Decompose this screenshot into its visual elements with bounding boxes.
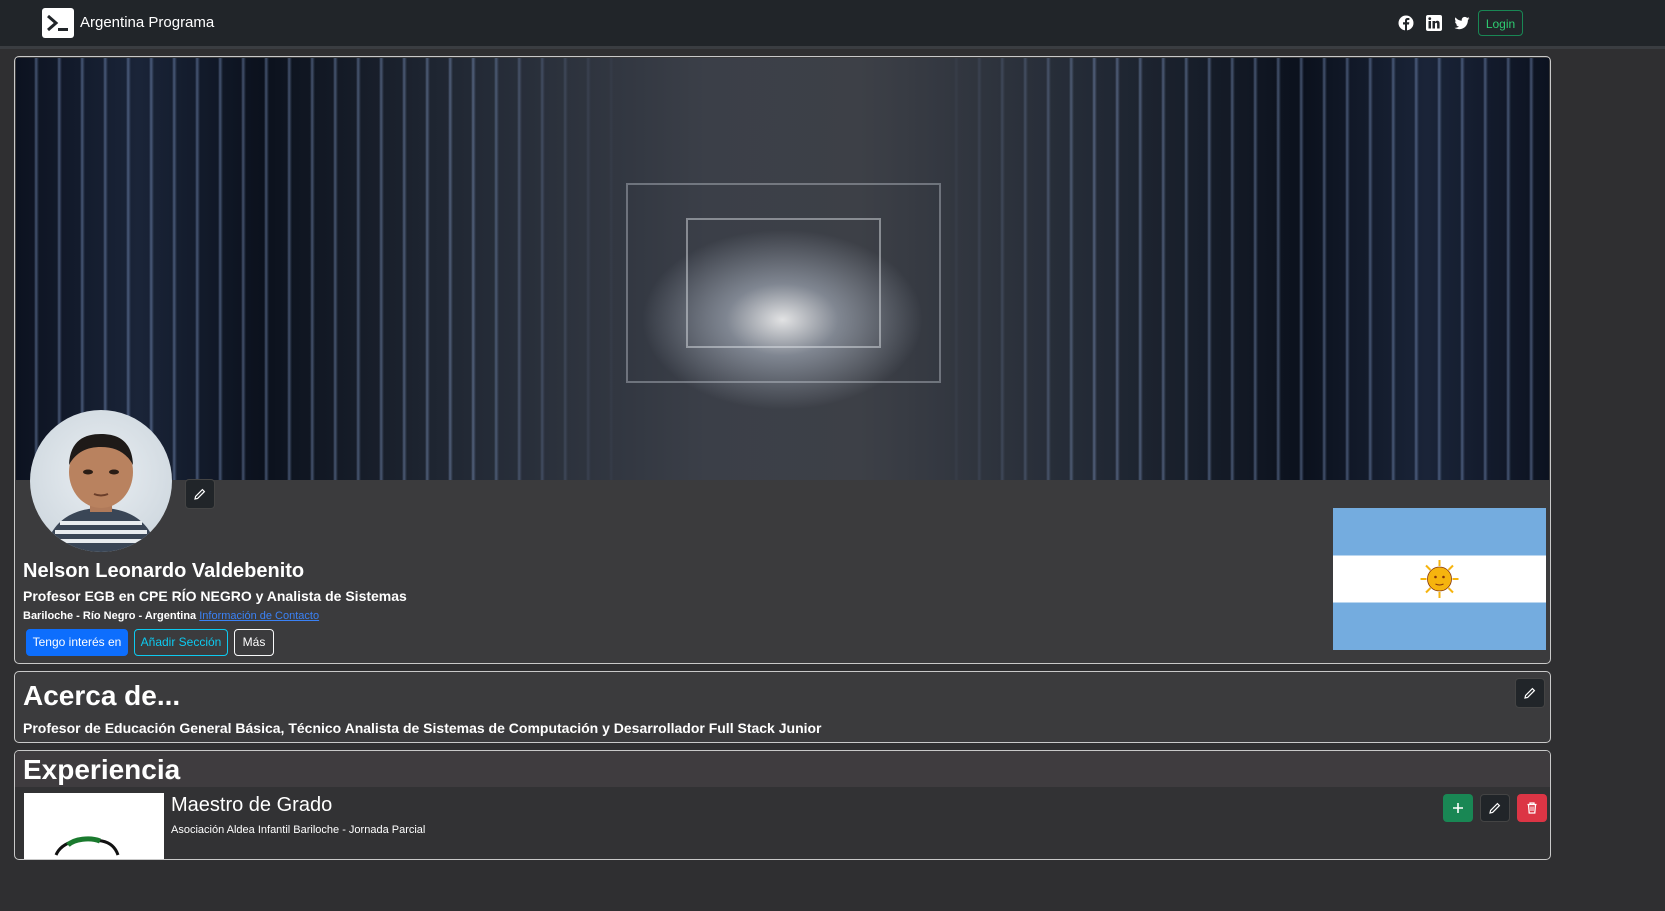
edit-profile-button[interactable] [185, 479, 215, 509]
add-section-button[interactable]: Añadir Sección [134, 629, 228, 656]
profile-card: Nelson Leonardo Valdebenito Profesor EGB… [14, 56, 1551, 664]
about-card: Acerca de... Profesor de Educación Gener… [14, 671, 1551, 743]
experience-title: Experiencia [23, 754, 181, 785]
trash-icon [1527, 802, 1537, 814]
terminal-icon[interactable] [42, 8, 74, 38]
argentina-flag-image [1333, 508, 1546, 650]
experience-job-title: Maestro de Grado [171, 794, 333, 816]
facebook-icon[interactable] [1398, 15, 1414, 31]
pencil-icon [1524, 687, 1536, 699]
avatar [30, 410, 172, 552]
add-experience-button[interactable] [1443, 794, 1473, 822]
edit-about-button[interactable] [1515, 678, 1545, 708]
twitter-icon[interactable] [1454, 15, 1470, 31]
profile-location-line: Bariloche - Río Negro - Argentina Inform… [23, 610, 319, 622]
profile-headline: Profesor EGB en CPE RÍO NEGRO y Analista… [23, 588, 407, 604]
pencil-icon [1489, 802, 1501, 814]
delete-experience-button[interactable] [1517, 794, 1547, 822]
about-title: Acerca de... [23, 680, 181, 711]
about-text: Profesor de Educación General Básica, Té… [23, 720, 822, 736]
profile-banner-image [16, 58, 1549, 480]
experience-card: Experiencia Maestro de Grado Asociación … [14, 750, 1551, 860]
top-navbar: Argentina Programa Login [0, 0, 1665, 49]
login-button[interactable]: Login [1478, 10, 1523, 36]
banner-tunnel-frame-inner [686, 218, 881, 348]
experience-header: Experiencia [15, 751, 1550, 787]
contact-info-link[interactable]: Información de Contacto [199, 610, 319, 622]
pencil-icon [194, 488, 206, 500]
more-button[interactable]: Más [234, 629, 274, 656]
profile-name: Nelson Leonardo Valdebenito [23, 560, 305, 582]
experience-company: Asociación Aldea Infantil Bariloche - Jo… [171, 824, 426, 836]
edit-experience-button[interactable] [1480, 794, 1510, 822]
linkedin-icon[interactable] [1426, 15, 1442, 31]
company-logo [24, 793, 164, 859]
profile-location: Bariloche - Río Negro - Argentina [23, 610, 197, 622]
plus-icon [1453, 803, 1463, 813]
brand-name[interactable]: Argentina Programa [80, 14, 214, 31]
interests-button[interactable]: Tengo interés en [26, 629, 128, 656]
